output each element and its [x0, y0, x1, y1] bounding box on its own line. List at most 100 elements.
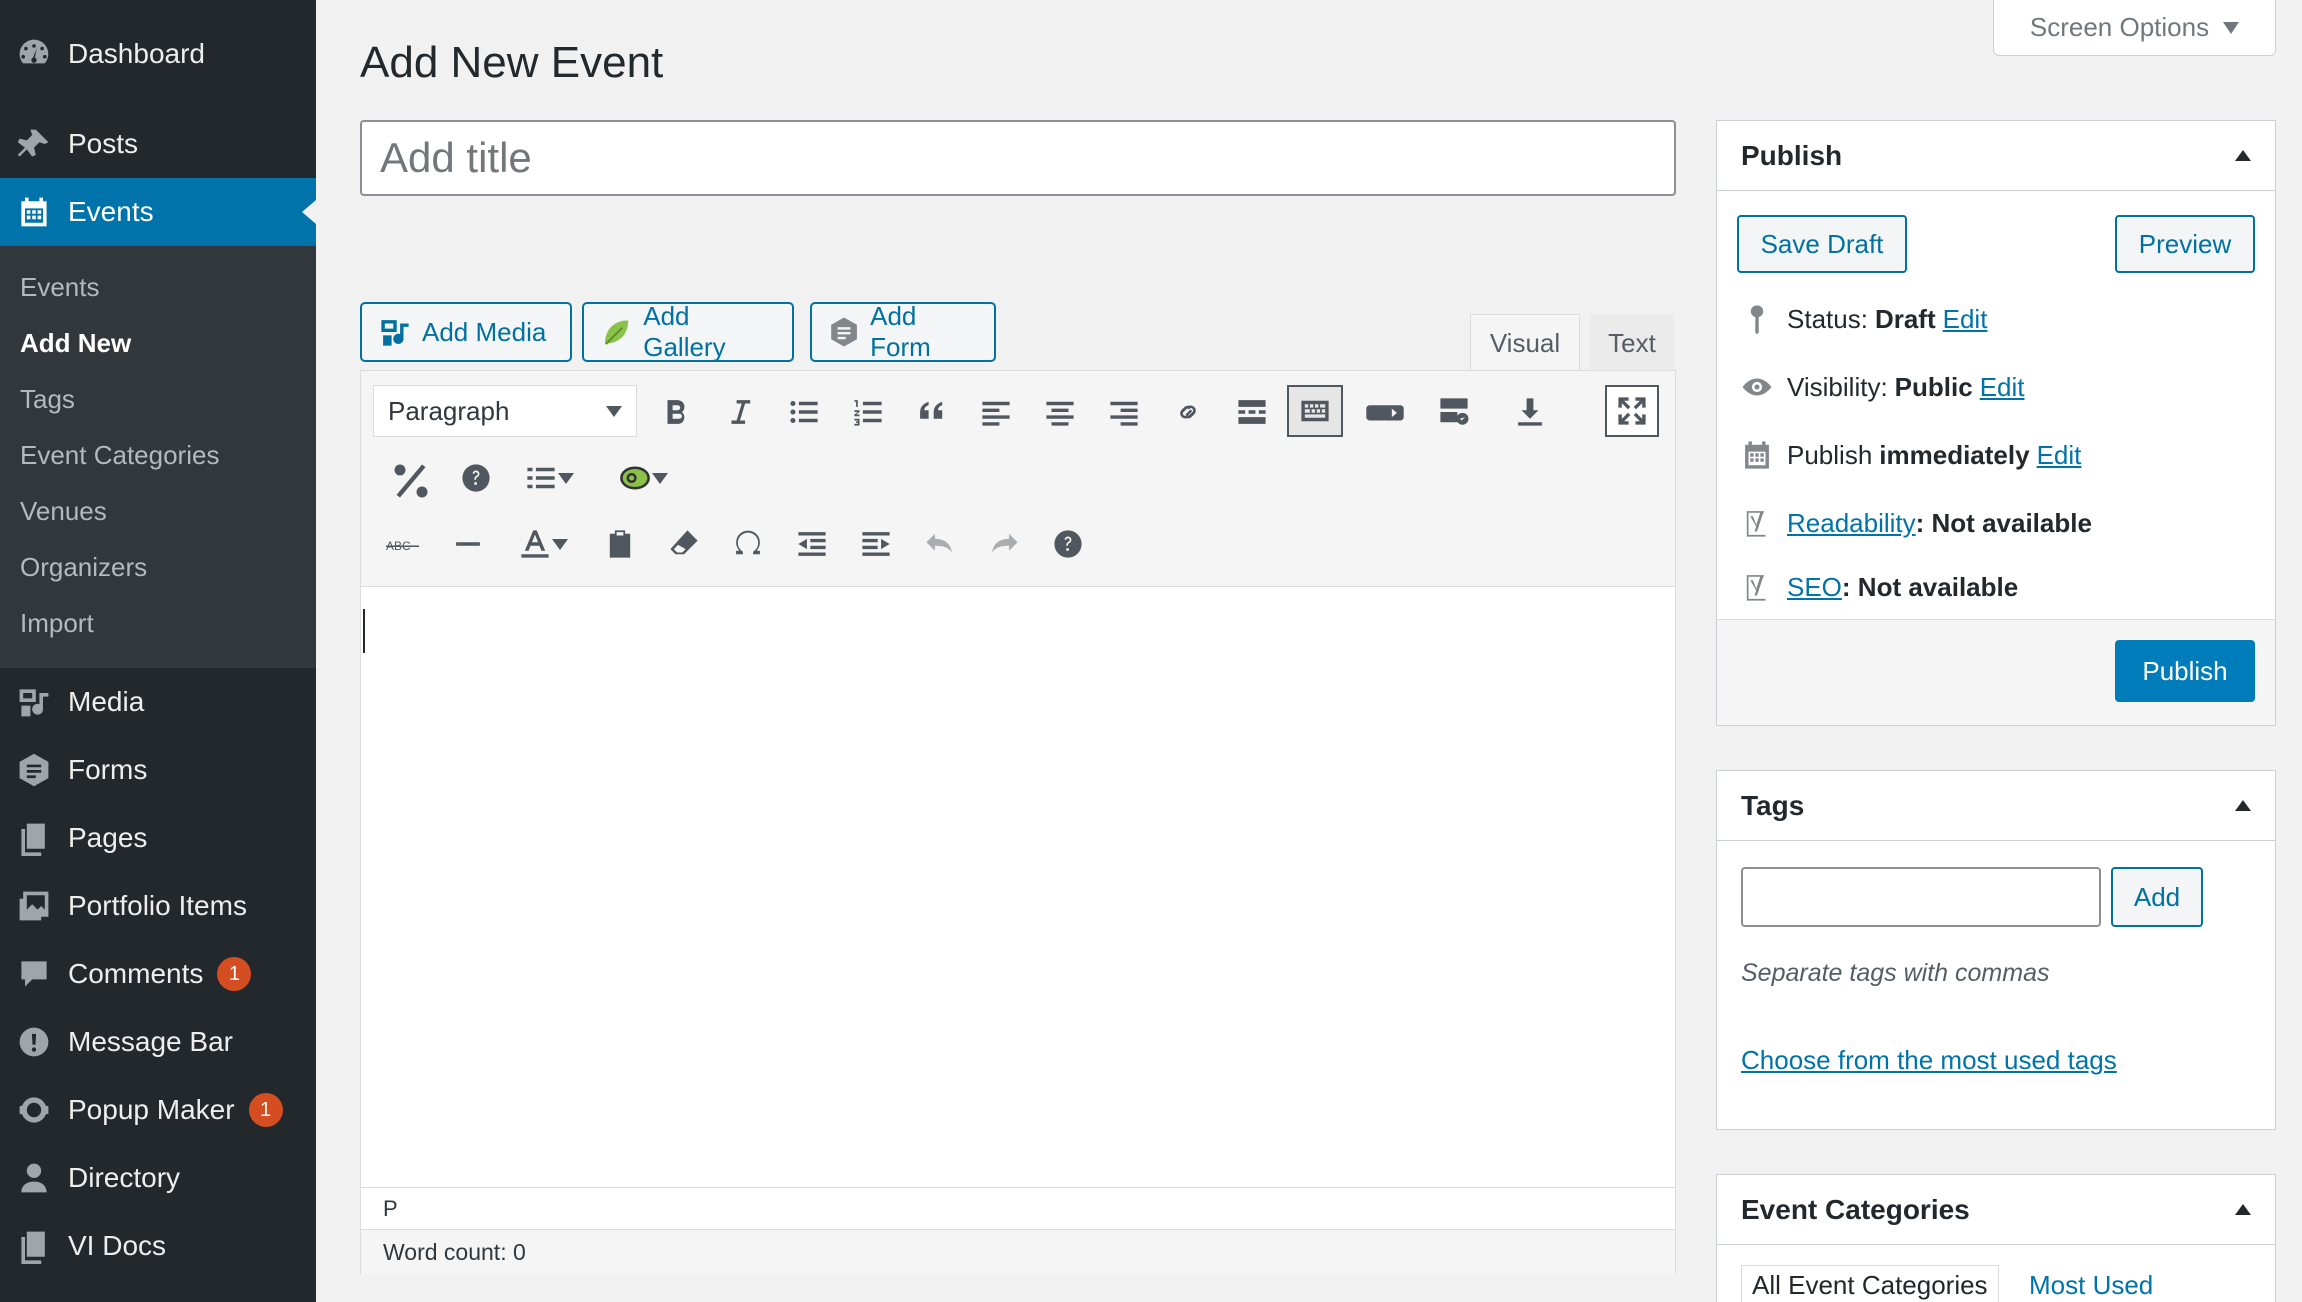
event-categories-box-header[interactable]: Event Categories	[1717, 1175, 2275, 1245]
triangle-up-icon[interactable]	[2235, 800, 2251, 811]
align-center-button[interactable]	[1035, 387, 1085, 437]
bold-button[interactable]	[651, 387, 701, 437]
post-title-input[interactable]	[360, 120, 1676, 196]
menu-posts[interactable]: Posts	[0, 110, 316, 178]
align-center-icon	[1046, 401, 1074, 426]
menu-comments[interactable]: Comments 1	[0, 940, 316, 1008]
add-media-button[interactable]: Add Media	[360, 302, 572, 362]
button-shortcode-button[interactable]	[1355, 387, 1415, 437]
plugin-dropdown[interactable]	[605, 453, 681, 503]
menu-vi-docs[interactable]: VI Docs	[0, 1212, 316, 1280]
word-count: Word count: 0	[361, 1229, 1675, 1275]
publish-box-header[interactable]: Publish	[1717, 121, 2275, 191]
publish-button[interactable]: Publish	[2115, 640, 2255, 702]
triangle-down-icon	[2223, 21, 2240, 34]
tab-text[interactable]: Text	[1590, 314, 1674, 372]
list-style-dropdown[interactable]	[511, 453, 587, 503]
table-settings-button[interactable]	[1429, 387, 1479, 437]
indent-button[interactable]	[851, 519, 901, 569]
tab-all-event-categories[interactable]: All Event Categories	[1741, 1265, 1999, 1302]
outdent-button[interactable]	[787, 519, 837, 569]
visibility-edit-link[interactable]: Edit	[1980, 372, 2025, 403]
visibility-value: Public	[1894, 371, 1973, 402]
special-character-button[interactable]	[723, 519, 773, 569]
menu-message-bar[interactable]: Message Bar	[0, 1008, 316, 1076]
menu-portfolio-items[interactable]: Portfolio Items	[0, 872, 316, 940]
button-shortcode-icon	[1366, 405, 1404, 421]
menu-dashboard[interactable]: Dashboard	[0, 20, 316, 88]
menu-popup-maker[interactable]: Popup Maker 1	[0, 1076, 316, 1144]
status-edit-link[interactable]: Edit	[1943, 304, 1988, 335]
readability-link[interactable]: Readability	[1787, 508, 1916, 539]
new-tag-input[interactable]	[1741, 867, 2101, 927]
strikethrough-button[interactable]: ABC	[379, 519, 429, 569]
align-right-button[interactable]	[1099, 387, 1149, 437]
menu-pages[interactable]: Pages	[0, 804, 316, 872]
toolbar-toggle-button[interactable]	[1287, 385, 1343, 437]
undo-button[interactable]	[915, 519, 965, 569]
numbered-list-button[interactable]	[843, 387, 893, 437]
tab-visual[interactable]: Visual	[1470, 314, 1580, 372]
blockquote-button[interactable]	[907, 387, 957, 437]
choose-most-used-tags-link[interactable]: Choose from the most used tags	[1741, 1045, 2117, 1076]
help-button[interactable]	[451, 453, 501, 503]
redo-button[interactable]	[979, 519, 1029, 569]
undo-icon	[926, 533, 952, 553]
menu-label: Posts	[68, 128, 139, 159]
shortcode-button[interactable]	[381, 451, 441, 511]
seo-link[interactable]: SEO	[1787, 572, 1842, 603]
menu-label: Dashboard	[68, 38, 205, 69]
submenu-venues[interactable]: Venues	[20, 496, 107, 527]
triangle-up-icon[interactable]	[2235, 1204, 2251, 1215]
editor-content-area[interactable]	[361, 587, 1675, 1187]
menu-label: Pages	[68, 822, 148, 853]
download-button[interactable]	[1505, 387, 1555, 437]
pin-icon	[1737, 299, 1777, 339]
submenu-import[interactable]: Import	[20, 608, 94, 639]
submenu-events[interactable]: Events	[20, 272, 100, 303]
align-left-button[interactable]	[971, 387, 1021, 437]
bullet-list-icon	[790, 400, 818, 424]
add-form-button[interactable]: Add Form	[810, 301, 996, 362]
yoast-icon	[1737, 567, 1777, 607]
menu-forms[interactable]: Forms	[0, 736, 316, 804]
menu-media[interactable]: Media	[0, 668, 316, 736]
tags-box-header[interactable]: Tags	[1717, 771, 2275, 841]
screen-options-button[interactable]: Screen Options	[1993, 0, 2276, 56]
submenu-organizers[interactable]: Organizers	[20, 552, 147, 583]
expand-icon	[1618, 397, 1646, 425]
menu-label: Events	[68, 196, 154, 227]
text-color-dropdown[interactable]	[503, 519, 583, 569]
submenu-add-new[interactable]: Add New	[20, 328, 131, 359]
add-gallery-button[interactable]: Add Gallery	[582, 301, 794, 362]
publish-value: immediately	[1879, 439, 2030, 470]
horizontal-line-button[interactable]	[443, 519, 493, 569]
format-select[interactable]: Paragraph	[373, 385, 637, 437]
help-icon	[462, 464, 490, 492]
italic-button[interactable]	[715, 387, 765, 437]
tags-box: Tags Add Separate tags with commas Choos…	[1716, 770, 2276, 1130]
submenu-tags[interactable]: Tags	[20, 384, 75, 415]
bullet-list-button[interactable]	[779, 387, 829, 437]
insert-link-button[interactable]	[1163, 387, 1213, 437]
numbered-list-icon	[854, 400, 882, 426]
schedule-edit-link[interactable]: Edit	[2037, 440, 2082, 471]
save-draft-button[interactable]: Save Draft	[1737, 215, 1907, 273]
preview-button[interactable]: Preview	[2115, 215, 2255, 273]
add-media-label: Add Media	[422, 316, 547, 347]
triangle-up-icon[interactable]	[2235, 150, 2251, 161]
menu-events[interactable]: Events	[0, 178, 316, 246]
keyboard-shortcuts-button[interactable]	[1043, 519, 1093, 569]
clear-formatting-button[interactable]	[659, 519, 709, 569]
read-more-button[interactable]	[1227, 387, 1277, 437]
fullscreen-button[interactable]	[1605, 385, 1659, 437]
portfolio-icon	[14, 886, 54, 926]
menu-directory[interactable]: Directory	[0, 1144, 316, 1212]
element-path[interactable]: P	[361, 1187, 1675, 1229]
paste-text-button[interactable]	[595, 519, 645, 569]
add-tag-button[interactable]: Add	[2111, 867, 2203, 927]
add-form-label: Add Form	[870, 301, 931, 362]
submenu-event-categories[interactable]: Event Categories	[20, 440, 219, 471]
publishing-actions: Publish	[1717, 619, 2275, 725]
tab-most-used[interactable]: Most Used	[2029, 1265, 2153, 1302]
